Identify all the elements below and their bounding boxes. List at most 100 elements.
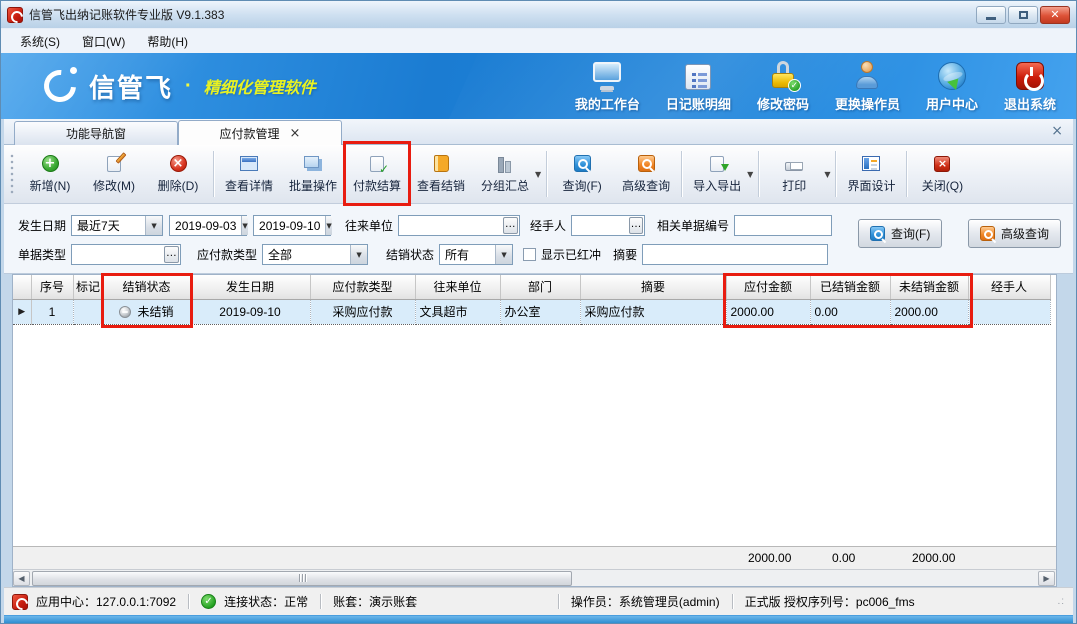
filter-panel: 发生日期 最近7天 ▼ 2019-09-03 ▼ 2019-09-10 ▼ 往来… [4, 204, 1073, 274]
chevron-down-icon[interactable]: ▼ [495, 245, 513, 264]
col-settled[interactable]: 已结销金额 [810, 275, 891, 300]
tab-payables-management[interactable]: 应付款管理 × [178, 120, 342, 145]
scroll-left-icon[interactable]: ◀ [13, 570, 30, 586]
statusbar-divider [320, 594, 322, 609]
tab-close-icon[interactable]: × [290, 126, 301, 141]
col-date[interactable]: 发生日期 [190, 275, 311, 300]
menu-window[interactable]: 窗口(W) [71, 30, 136, 53]
edit-button[interactable]: 修改(M) [82, 148, 146, 200]
chevron-down-icon[interactable]: ▼ [241, 216, 248, 235]
user-center-button[interactable]: 用户中心 [926, 61, 978, 113]
cell-unit: 文具超市 [415, 298, 501, 325]
license-status: 正式版 授权序列号：pc006_fms [744, 595, 915, 609]
ledger-icon [685, 63, 712, 90]
advanced-query-button[interactable]: 高级查询 [614, 148, 678, 200]
details-icon [239, 155, 259, 173]
group-summary-button[interactable]: 分组汇总 [473, 148, 537, 200]
delete-button[interactable]: × 删除(D) [146, 148, 210, 200]
menu-system[interactable]: 系统(S) [9, 30, 71, 53]
batch-operations-button[interactable]: 批量操作 [281, 148, 345, 200]
brand-name: 信管飞 [89, 72, 174, 103]
scroll-right-icon[interactable]: ▶ [1038, 570, 1055, 586]
col-payable[interactable]: 应付金额 [726, 275, 811, 300]
col-unit[interactable]: 往来单位 [415, 275, 501, 300]
ellipsis-icon[interactable]: … [502, 217, 519, 234]
cell-payable: 2000.00 [726, 298, 811, 325]
table-row[interactable]: ▶ 1 未结销 2019-09-10 采购应付款 文具超市 办公室 采购应付款 … [13, 298, 1051, 325]
menu-bar: 系统(S) 窗口(W) 帮助(H) [1, 28, 1076, 53]
col-mark[interactable]: 标记 [73, 275, 104, 300]
window-title: 信管飞出纳记账软件专业版 V9.1.383 [29, 8, 225, 22]
view-settlement-button[interactable]: 查看结销 [409, 148, 473, 200]
tabstrip-close-icon[interactable]: × [1051, 123, 1063, 139]
menu-help[interactable]: 帮助(H) [136, 30, 199, 53]
payment-settle-button[interactable]: ✓ 付款结算 [345, 148, 409, 200]
col-summary[interactable]: 摘要 [580, 275, 727, 300]
switch-operator-button[interactable]: 更换操作员 [835, 60, 900, 113]
change-password-button[interactable]: ✓ 修改密码 [757, 60, 809, 113]
app-window: 信管飞出纳记账软件专业版 V9.1.383 ✕ 系统(S) 窗口(W) 帮助(H… [0, 0, 1077, 624]
date-preset-select[interactable]: 最近7天 ▼ [71, 215, 164, 236]
col-seq[interactable]: 序号 [31, 275, 74, 300]
toolbar-separator [213, 151, 214, 197]
handler-input[interactable]: … [571, 215, 646, 236]
horizontal-scrollbar[interactable]: ◀ ▶ [13, 569, 1056, 586]
resize-grip-icon[interactable]: .: [1057, 596, 1065, 607]
app-logo-icon [12, 593, 28, 610]
query-button[interactable]: 查询(F) [550, 148, 614, 200]
col-dept[interactable]: 部门 [500, 275, 581, 300]
lock-check-icon: ✓ [768, 60, 801, 92]
batch-icon [303, 155, 323, 173]
view-details-button[interactable]: 查看详情 [217, 148, 281, 200]
print-button[interactable]: 打印 [762, 148, 826, 200]
unit-input[interactable]: … [398, 215, 521, 236]
checkbox-icon[interactable] [523, 248, 537, 261]
payables-grid: 序号 标记 结销状态 发生日期 应付款类型 往来单位 部门 摘要 应付金额 已结… [12, 274, 1057, 587]
cell-seq: 1 [31, 298, 74, 325]
summary-input[interactable] [642, 244, 829, 265]
toolbar-grip[interactable] [8, 152, 15, 196]
summary-label: 摘要 [613, 248, 638, 262]
advanced-query-submit-button[interactable]: 高级查询 [968, 219, 1062, 248]
print-icon [784, 155, 804, 173]
col-unsettled[interactable]: 未结销金额 [890, 275, 969, 300]
query-submit-button[interactable]: 查询(F) [858, 219, 943, 248]
chevron-down-icon[interactable]: ▼ [325, 216, 332, 235]
add-button[interactable]: + 新增(N) [18, 148, 82, 200]
settle-status-select[interactable]: 所有 ▼ [439, 244, 514, 265]
import-export-button[interactable]: 导入导出 [685, 148, 749, 200]
journal-detail-button[interactable]: 日记账明细 [666, 63, 731, 113]
minimize-button[interactable] [976, 5, 1006, 24]
show-reversed-checkbox[interactable]: 显示已红冲 [523, 246, 601, 263]
chevron-down-icon[interactable]: ▼ [145, 216, 163, 235]
date-from-picker[interactable]: 2019-09-03 ▼ [169, 215, 248, 236]
ellipsis-icon[interactable]: … [163, 246, 180, 263]
paytype-select[interactable]: 全部 ▼ [262, 244, 369, 265]
unit-label: 往来单位 [345, 219, 394, 233]
search-orange-icon [636, 155, 656, 173]
workbench-button[interactable]: 我的工作台 [575, 60, 640, 113]
tab-function-nav[interactable]: 功能导航窗 [14, 121, 178, 145]
ui-design-button[interactable]: 界面设计 [839, 148, 903, 200]
operator-status: 操作员：系统管理员(admin) [570, 595, 720, 609]
date-label: 发生日期 [18, 219, 67, 233]
close-button[interactable]: ✕ [1040, 5, 1070, 24]
chevron-down-icon[interactable]: ▼ [350, 245, 368, 264]
related-no-input[interactable] [734, 215, 833, 236]
brand-dot: · [185, 74, 192, 97]
status-bar: 应用中心：127.0.0.1:7092 ✓ 连接状态：正常 账套：演示账套 操作… [4, 587, 1073, 615]
col-type[interactable]: 应付款类型 [310, 275, 416, 300]
maximize-button[interactable] [1008, 5, 1038, 24]
col-handler[interactable]: 经手人 [968, 275, 1051, 300]
ui-design-icon [861, 155, 881, 173]
cell-dept: 办公室 [500, 298, 581, 325]
col-settle-status[interactable]: 结销状态 [103, 275, 191, 300]
delete-icon: × [168, 155, 188, 173]
date-to-picker[interactable]: 2019-09-10 ▼ [253, 215, 332, 236]
close-tab-button[interactable]: × 关闭(Q) [910, 148, 974, 200]
exit-system-button[interactable]: 退出系统 [1004, 61, 1056, 113]
book-icon [431, 155, 451, 173]
ellipsis-icon[interactable]: … [629, 217, 644, 234]
scrollbar-thumb[interactable] [32, 570, 572, 586]
doctype-input[interactable]: … [71, 244, 182, 265]
